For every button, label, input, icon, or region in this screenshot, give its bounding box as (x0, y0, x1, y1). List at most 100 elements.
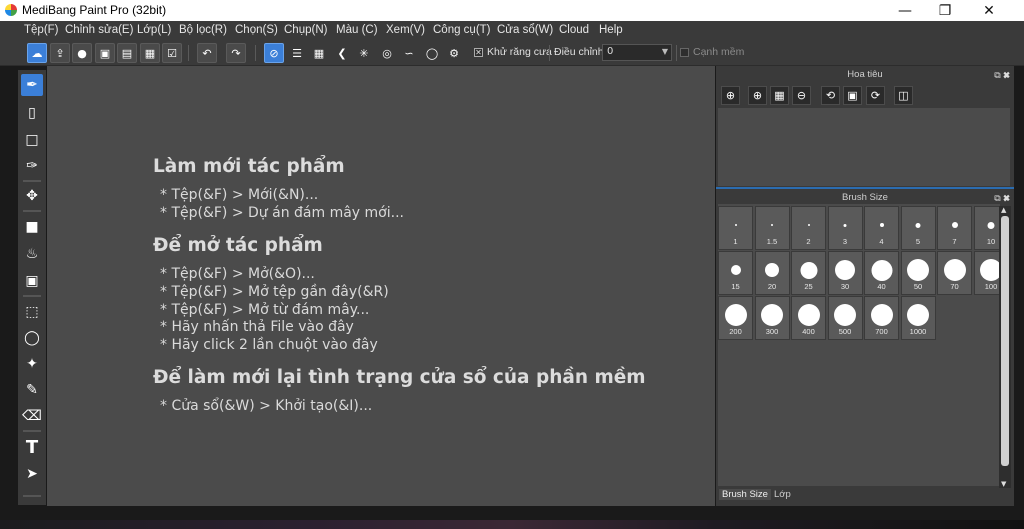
menu-help[interactable]: Help (599, 24, 623, 36)
tab-brush-size[interactable]: Brush Size (719, 489, 771, 500)
brush-size-cell[interactable]: 300 (754, 296, 790, 340)
menu-view[interactable]: Xem(V) (386, 24, 425, 36)
snap-off-icon[interactable]: ⊘ (264, 43, 284, 63)
close-button[interactable]: ✕ (966, 0, 1012, 21)
brush-size-cell[interactable]: 7 (937, 206, 972, 250)
maximize-button[interactable]: ❐ (922, 0, 968, 21)
brush-size-cell[interactable]: 1 (718, 206, 753, 250)
comment-icon[interactable]: ▣ (95, 43, 115, 63)
radial-snap-icon[interactable]: ✳ (354, 43, 374, 63)
adjust-select[interactable]: 0 ▼ (602, 44, 672, 61)
brush-size-label: 50 (913, 282, 923, 291)
lasso-tool-icon[interactable]: ◯ (21, 327, 43, 349)
menu-edit[interactable]: Chỉnh sửa(E) (65, 24, 133, 36)
select-pen-tool-icon[interactable]: ✎ (21, 379, 43, 401)
brush-dot (724, 304, 747, 326)
grid-snap-icon[interactable]: ▦ (309, 43, 329, 63)
select-rect-tool-icon[interactable]: ⬚ (21, 301, 43, 323)
parallel-snap-icon[interactable]: ☰ (287, 43, 307, 63)
pen-tool-icon[interactable]: ✑ (21, 155, 43, 177)
brush-size-cell[interactable]: 30 (827, 251, 863, 295)
brush-size-cell[interactable]: 400 (791, 296, 826, 340)
brush-size-label: 7 (952, 237, 957, 246)
menu-cloud[interactable]: Cloud (559, 24, 589, 36)
brush-tool-icon[interactable]: ✒ (21, 74, 43, 96)
magic-wand-tool-icon[interactable]: ✦ (21, 353, 43, 375)
open-work-heading: Để mở tác phẩm (153, 235, 323, 256)
settings-gear-icon[interactable]: ⚙ (444, 43, 464, 63)
background-strip (0, 520, 1024, 529)
brush-size-cell[interactable]: 15 (718, 251, 753, 295)
menu-layer[interactable]: Lớp(L) (137, 24, 171, 36)
panel-controls[interactable]: ⧉ ✖ (994, 67, 1010, 83)
new-work-heading: Làm mới tác phẩm (153, 156, 345, 177)
brush-dot (943, 259, 966, 281)
zoom-in-icon[interactable]: ⊕ (748, 86, 767, 105)
concentric-snap-icon[interactable]: ◎ (377, 43, 397, 63)
rotate-left-icon[interactable]: ⟲ (821, 86, 840, 105)
zoom-fit-icon[interactable]: ⊕ (721, 86, 740, 105)
menu-select[interactable]: Chọn(S) (235, 24, 278, 36)
perspective-snap-icon[interactable]: ❮ (332, 43, 352, 63)
brush-size-cell[interactable]: 3 (827, 206, 863, 250)
brush-size-cell[interactable]: 2 (791, 206, 826, 250)
brush-size-title: Brush Size (842, 192, 888, 203)
brush-size-cell[interactable]: 70 (937, 251, 972, 295)
flip-icon[interactable]: ◫ (894, 86, 913, 105)
fit-screen-icon[interactable]: ▦ (770, 86, 789, 105)
speech-bubble-icon[interactable]: ● (72, 43, 92, 63)
undo-icon[interactable]: ↶ (197, 43, 217, 63)
soft-edge-checkbox[interactable] (680, 48, 689, 57)
hint-line: * Tệp(&F) > Mới(&N)... (160, 187, 319, 203)
brush-size-cell[interactable]: 25 (791, 251, 826, 295)
select-eraser-tool-icon[interactable]: ⌫ (21, 405, 43, 427)
brush-size-cell[interactable]: 200 (718, 296, 753, 340)
brush-size-cell[interactable]: 500 (827, 296, 863, 340)
eraser-tool-icon[interactable]: ▯ (21, 102, 43, 124)
reset-view-icon[interactable]: ▣ (843, 86, 862, 105)
text-tool-icon[interactable]: T (21, 436, 43, 458)
redo-icon[interactable]: ↷ (226, 43, 246, 63)
fill-rect-tool-icon[interactable]: ■ (21, 216, 43, 238)
circle-snap-icon[interactable]: ◯ (422, 43, 442, 63)
brush-size-cell[interactable]: 4 (864, 206, 899, 250)
move-tool-icon[interactable]: ✥ (21, 185, 43, 207)
checklist-icon[interactable]: ☑ (162, 43, 182, 63)
brush-dot (843, 223, 847, 227)
brush-size-label: 400 (802, 327, 815, 336)
brush-scrollbar[interactable]: ▲ ▼ (999, 206, 1011, 488)
navigator-preview[interactable] (718, 108, 1010, 186)
tab-layer[interactable]: Lớp (771, 489, 794, 500)
gradient-tool-icon[interactable]: ▣ (21, 270, 43, 292)
scroll-thumb[interactable] (1001, 216, 1009, 466)
brush-size-cell[interactable]: 5 (900, 206, 936, 250)
menu-window[interactable]: Cửa sổ(W) (497, 24, 553, 36)
zoom-out-icon[interactable]: ⊖ (792, 86, 811, 105)
canvas-area[interactable]: Làm mới tác phẩm * Tệp(&F) > Mới(&N)... … (47, 66, 715, 506)
curve-snap-icon[interactable]: ∽ (399, 43, 419, 63)
cloud-save-icon[interactable]: ☁ (27, 43, 47, 63)
rotate-right-icon[interactable]: ⟳ (866, 86, 885, 105)
menu-color[interactable]: Màu (C) (336, 24, 378, 36)
menu-file[interactable]: Tệp(F) (24, 24, 59, 36)
brush-size-cell[interactable]: 40 (864, 251, 899, 295)
brush-size-cell[interactable]: 700 (864, 296, 899, 340)
operation-tool-icon[interactable]: ➤ (21, 463, 43, 485)
brush-size-cell[interactable]: 20 (754, 251, 790, 295)
brush-size-cell[interactable]: 1.5 (754, 206, 790, 250)
menu-snap[interactable]: Chụp(N) (284, 24, 327, 36)
brush-size-cell[interactable]: 50 (900, 251, 936, 295)
brush-size-label: 2 (806, 237, 811, 246)
brush-size-cell[interactable]: 1000 (900, 296, 936, 340)
menu-filter[interactable]: Bộ lọc(R) (179, 24, 227, 36)
hint-line: * Tệp(&F) > Mở tệp gần đây(&R) (160, 284, 389, 300)
panel-layout-icon[interactable]: ▦ (140, 43, 160, 63)
brush-dot (870, 304, 893, 326)
page-icon[interactable]: ▤ (117, 43, 137, 63)
bucket-tool-icon[interactable]: ♨ (21, 243, 43, 265)
antialias-checkbox[interactable]: ✕ (474, 48, 483, 57)
brush-dot (871, 259, 892, 281)
dot-tool-icon[interactable]: □ (21, 129, 43, 151)
menu-tools[interactable]: Công cụ(T) (433, 24, 491, 36)
share-icon[interactable]: ⇪ (50, 43, 70, 63)
